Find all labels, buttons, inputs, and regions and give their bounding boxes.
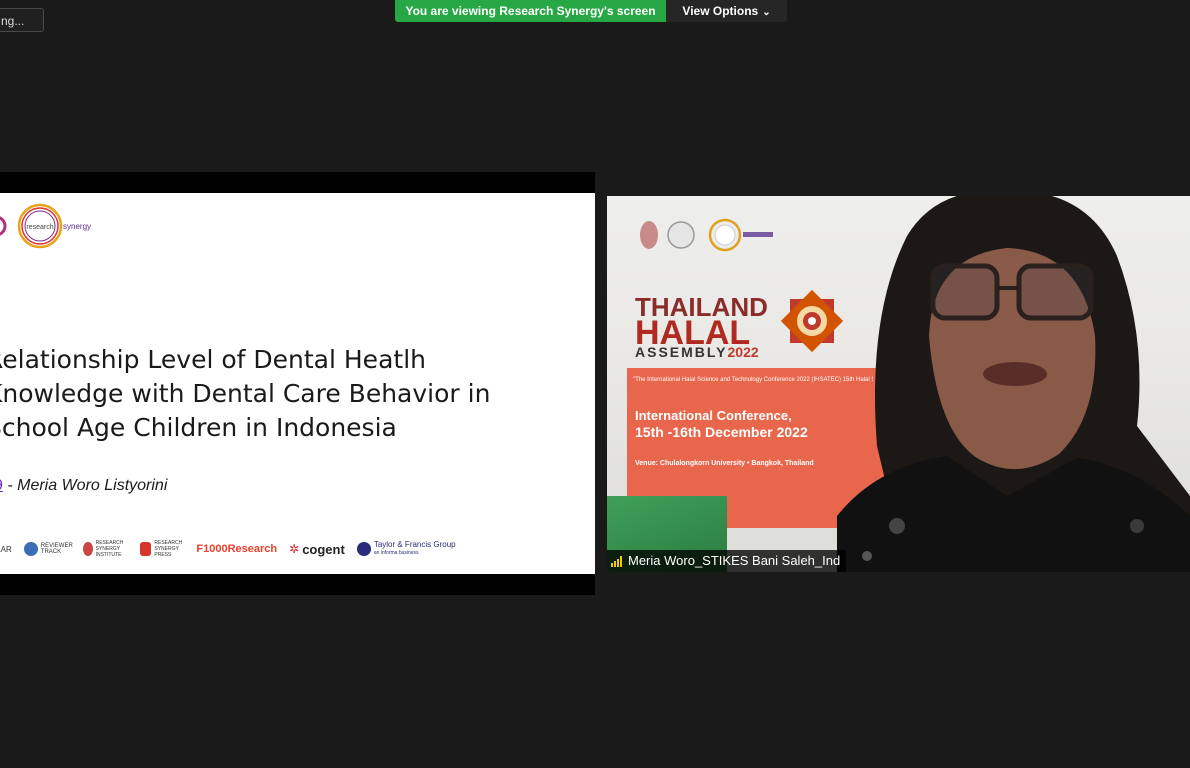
viewing-screen-banner: You are viewing Research Synergy's scree… <box>395 0 666 22</box>
partner-logo-rs-press: RESEARCH SYNERGY PRESS <box>139 540 185 558</box>
partner-label: OLAR <box>0 544 12 554</box>
partner-label: RESEARCH SYNERGY PRESS <box>154 540 183 558</box>
participant-figure <box>837 196 1190 572</box>
slide-title-line: School Age Children in Indonesia <box>0 413 397 442</box>
partner-logo-taylor-francis: Taylor & Francis Group an informa busines… <box>356 540 456 557</box>
logo-text-research: research <box>26 224 53 231</box>
slide-title-line: Knowledge with Dental Care Behavior in <box>0 379 491 408</box>
backdrop-title-assembly: ASSEMBLY2022 <box>635 344 759 360</box>
partner-logo-reviewer-track: REVIEWER TRACK <box>23 542 73 556</box>
recording-status-button[interactable]: ng... <box>0 8 44 32</box>
research-synergy-logo: research synergy <box>0 203 91 249</box>
partner-logo-cogent: ✲ cogent <box>289 541 345 557</box>
backdrop-conference: International Conference, <box>635 408 792 423</box>
meeting-window: ng... You are viewing Research Synergy's… <box>0 0 1190 768</box>
participant-name-tag: Meria Woro_STIKES Bani Saleh_Ind <box>607 550 847 572</box>
partner-logos: OLAR REVIEWER TRACK RESEARCH SYNERGY INS… <box>0 537 456 561</box>
partner-logo-f1000research: F1000Research <box>196 543 278 555</box>
partner-sublabel: an informa business <box>373 550 419 556</box>
partner-logo-scholar: OLAR <box>0 545 12 554</box>
partner-logo-rs-institute: RESEARCH SYNERGY INSTITUTE <box>82 540 128 558</box>
backdrop-dates: 15th -16th December 2022 <box>635 424 808 440</box>
partner-label: Taylor & Francis Group <box>373 540 456 549</box>
slide-title-line: Relationship Level of Dental Heatlh <box>0 345 426 374</box>
author-name: - Meria Woro Listyorini <box>2 477 168 494</box>
backdrop-venue: Venue: Chulalongkorn University • Bangko… <box>635 460 814 467</box>
signal-bars-icon <box>611 555 622 567</box>
slide-title: Relationship Level of Dental Heatlh Know… <box>0 343 586 445</box>
backdrop-logos <box>640 218 773 252</box>
participant-name: Meria Woro_STIKES Bani Saleh_Ind <box>628 553 841 568</box>
view-options-label: View Options <box>682 4 759 18</box>
backdrop-assembly-word: ASSEMBLY <box>635 344 728 360</box>
shared-screen[interactable]: research synergy Relationship Level of D… <box>0 172 595 595</box>
partner-label: cogent <box>302 541 345 557</box>
partner-label: RESEARCH SYNERGY INSTITUTE <box>95 540 124 558</box>
chevron-down-icon: ⌄ <box>762 7 771 18</box>
slide-author: 9 - Meria Woro Listyorini <box>0 477 167 495</box>
logo-text-synergy: synergy <box>63 222 91 231</box>
partner-label: REVIEWER TRACK <box>40 543 73 555</box>
participant-video-tile[interactable]: THAILAND HALAL ASSEMBLY2022 "The Interna… <box>607 196 1190 572</box>
presentation-slide: research synergy Relationship Level of D… <box>0 193 595 574</box>
backdrop-year: 2022 <box>727 344 759 360</box>
view-options-button[interactable]: View Options ⌄ <box>666 0 787 22</box>
